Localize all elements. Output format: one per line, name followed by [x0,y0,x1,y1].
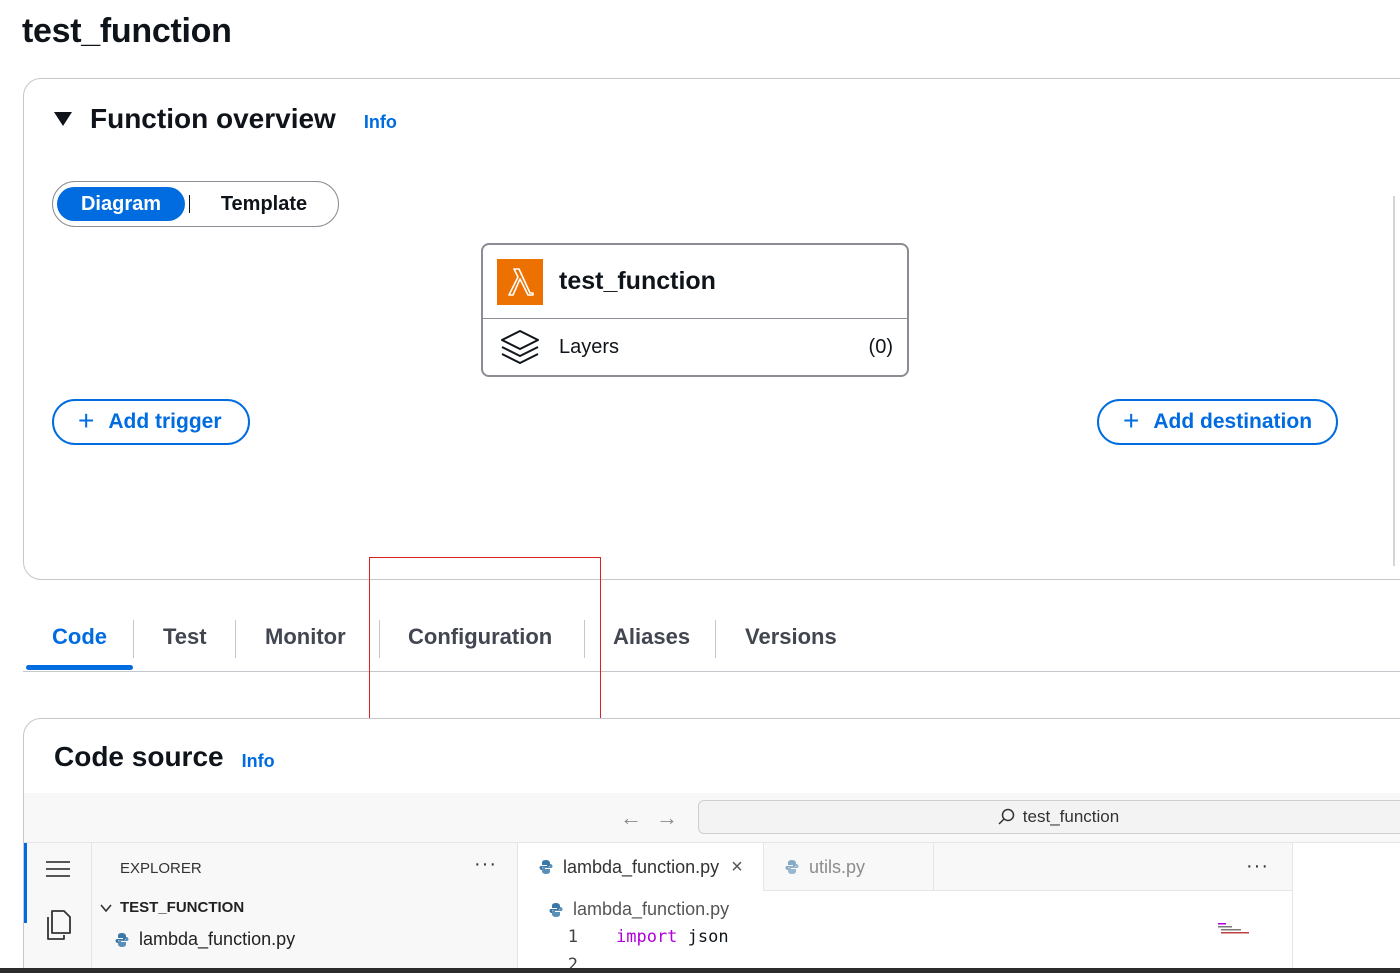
files-icon[interactable] [40,907,76,943]
python-file-icon [115,932,129,947]
layers-label: Layers [559,335,620,358]
toggle-divider [189,195,190,213]
panel-scrollbar[interactable] [1393,196,1395,566]
explorer-title: EXPLORER [120,860,202,877]
function-overview-info-link[interactable]: Info [364,112,397,133]
code-source-title: Code source [54,741,224,772]
explorer-file-item[interactable]: lambda_function.py [114,929,295,950]
close-icon[interactable]: × [731,856,743,879]
explorer-folder-label: TEST_FUNCTION [120,899,245,916]
add-trigger-label: Add trigger [108,410,222,433]
python-file-icon [539,860,553,874]
tab-separator [584,620,585,658]
code-source-info-link[interactable]: Info [242,751,275,772]
function-overview-panel: Function overview Info Diagram Template … [23,78,1400,580]
function-card[interactable]: test_function Layers (0) [481,243,909,377]
function-tabs: Code Test Monitor Configuration Aliases … [23,612,1400,672]
tab-separator [379,620,380,658]
editor-breadcrumb-label: lambda_function.py [573,899,730,919]
tab-versions[interactable]: Versions [745,624,837,650]
activity-active-indicator [24,843,27,923]
editor-breadcrumb[interactable]: lambda_function.py [548,899,729,920]
explorer-folder[interactable]: TEST_FUNCTION [98,899,244,916]
plus-icon: + [78,405,95,436]
python-file-icon [785,860,799,874]
editor-side-pane [1292,843,1400,973]
layers-row[interactable]: Layers (0) [483,319,907,375]
editor-tabs: lambda_function.py × utils.py ··· [518,843,1292,891]
search-box-text: test_function [1022,807,1120,826]
tab-test[interactable]: Test [163,624,207,650]
chevron-down-icon [100,903,112,912]
python-file-icon [549,902,563,917]
template-toggle-button[interactable]: Template [194,187,334,221]
search-icon [998,808,1015,825]
tab-aliases[interactable]: Aliases [613,624,690,650]
function-overview-header: Function overview Info [54,103,397,135]
page-title: test_function [22,12,232,50]
tab-separator [235,620,236,658]
minimap[interactable] [1218,923,1266,937]
ide-toolbar: ← → test_function [24,793,1400,843]
editor-area: lambda_function.py × utils.py ··· lambda… [518,843,1292,973]
line-content: import json [616,927,729,947]
function-card-header: test_function [483,245,907,319]
add-destination-button[interactable]: + Add destination [1097,399,1338,445]
editor-tab-label: utils.py [809,856,866,877]
command-search-box[interactable]: test_function [698,800,1400,834]
arrow-right-icon[interactable]: → [656,805,678,831]
explorer-file-label: lambda_function.py [139,929,296,949]
code-text: json [677,927,729,947]
menu-icon[interactable] [46,861,70,882]
layers-count: (0) [868,335,893,358]
more-options-icon[interactable]: ··· [1246,855,1269,878]
tab-separator [133,620,134,658]
code-line[interactable]: 1 import json [518,927,729,947]
tab-code[interactable]: Code [52,624,107,650]
code-editor-ide: ← → test_function EXPLORER ··· TEST_FUNC… [24,793,1400,973]
tab-configuration[interactable]: Configuration [408,624,552,650]
editor-tab-label: lambda_function.py [563,856,720,877]
editor-tab-lambda-function[interactable]: lambda_function.py × [518,843,764,891]
code-keyword: import [616,927,678,947]
view-toggle: Diagram Template [52,181,339,227]
code-source-header: Code source Info [54,741,275,773]
tab-monitor[interactable]: Monitor [265,624,346,650]
diagram-toggle-button[interactable]: Diagram [57,187,185,221]
arrow-left-icon[interactable]: ← [620,805,642,831]
editor-tab-utils[interactable]: utils.py [764,843,934,891]
activity-bar [24,843,92,973]
explorer-panel: EXPLORER ··· TEST_FUNCTION lambda_functi… [92,843,518,973]
tab-separator [715,620,716,658]
more-options-icon[interactable]: ··· [474,853,497,876]
layers-icon [501,330,539,364]
active-tab-indicator [26,665,133,670]
lambda-icon [497,258,543,305]
plus-icon: + [1123,405,1140,436]
add-destination-label: Add destination [1153,410,1313,433]
code-source-panel: Code source Info ← → test_function EXPLO… [23,718,1400,973]
caret-down-icon[interactable] [54,112,72,126]
function-card-title: test_function [559,267,716,295]
function-overview-title[interactable]: Function overview [90,103,336,135]
line-number: 1 [567,927,578,947]
taskbar-edge [0,968,1400,973]
add-trigger-button[interactable]: + Add trigger [52,399,250,445]
